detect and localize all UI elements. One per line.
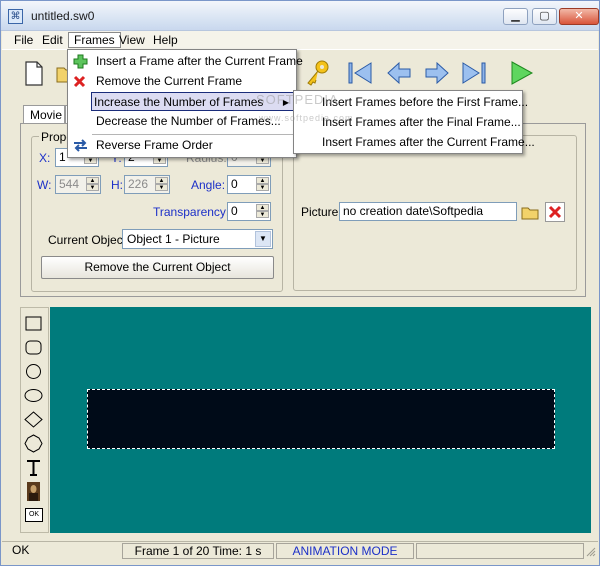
close-button[interactable]: ✕ (559, 8, 599, 25)
plus-icon (73, 54, 88, 69)
menu-item-remove-frame[interactable]: Remove the Current Frame (70, 72, 294, 91)
diamond-tool-icon[interactable] (23, 409, 44, 430)
rectangle-tool-icon[interactable] (23, 313, 44, 334)
menu-frames[interactable]: Frames (68, 32, 121, 48)
angle-label: Angle: (191, 178, 226, 192)
menu-view[interactable]: View (114, 32, 150, 48)
current-object-select[interactable]: Object 1 - Picture ▼ (122, 229, 273, 249)
tab-movie[interactable]: Movie (23, 105, 65, 124)
remove-object-button[interactable]: Remove the Current Object (41, 256, 274, 279)
play-icon[interactable] (506, 58, 536, 88)
transparency-label: Transparency: (153, 205, 230, 219)
window-title: untitled.sw0 (31, 9, 95, 23)
down-arrow-icon[interactable]: ▼ (256, 184, 269, 191)
w-stepper[interactable]: 544 ▲ ▼ (55, 175, 101, 194)
down-arrow-icon[interactable]: ▼ (256, 157, 269, 164)
menu-help[interactable]: Help (148, 32, 183, 48)
watermark-url: www.softpedia.com (259, 113, 354, 123)
menu-item-label: Decrease the Number of Frames... (96, 114, 281, 128)
delete-icon[interactable] (545, 202, 565, 222)
submenu-item-after-current[interactable]: Insert Frames after the Current Frame... (296, 133, 535, 152)
up-arrow-icon[interactable]: ▲ (256, 177, 269, 184)
resize-grip-icon[interactable] (584, 545, 596, 557)
angle-value: 0 (231, 177, 238, 191)
new-file-icon[interactable] (18, 58, 48, 88)
maximize-button[interactable]: ▢ (532, 8, 557, 25)
ellipse-tool-icon[interactable] (23, 385, 44, 406)
menu-file[interactable]: File (9, 32, 38, 48)
menu-item-label: Insert Frames before the First Frame... (322, 95, 529, 109)
menu-item-insert-frame[interactable]: Insert a Frame after the Current Frame (70, 52, 303, 71)
w-label: W: (37, 178, 52, 192)
app-icon: ⌘ (8, 9, 23, 24)
polygon-tool-icon[interactable] (23, 433, 44, 454)
app-window: ⌘ untitled.sw0 ▁ ▢ ✕ File Edit Frames Vi… (0, 0, 600, 566)
down-arrow-icon[interactable]: ▼ (84, 157, 97, 164)
down-arrow-icon[interactable]: ▼ (153, 157, 166, 164)
current-object-label: Current Object: (48, 233, 130, 247)
stage-canvas[interactable] (50, 307, 591, 533)
picture-label: Picture: (301, 205, 342, 219)
status-text: OK (12, 543, 30, 557)
status-frame-info: Frame 1 of 20 Time: 1 s (122, 543, 274, 559)
circle-tool-icon[interactable] (23, 361, 44, 382)
chevron-down-icon[interactable]: ▼ (255, 231, 271, 247)
reverse-icon (74, 139, 87, 152)
h-label: H: (111, 178, 123, 192)
status-mode: ANIMATION MODE (276, 543, 414, 559)
first-frame-icon[interactable] (345, 58, 375, 88)
down-arrow-icon[interactable]: ▼ (256, 211, 269, 218)
previous-frame-icon[interactable] (384, 58, 414, 88)
text-tool-icon[interactable] (23, 457, 44, 478)
up-arrow-icon[interactable]: ▲ (155, 177, 168, 184)
up-arrow-icon[interactable]: ▲ (256, 204, 269, 211)
selected-picture-object[interactable] (87, 389, 555, 449)
delete-icon (73, 75, 86, 88)
last-frame-icon[interactable] (459, 58, 489, 88)
menu-item-label: Insert a Frame after the Current Frame (96, 54, 303, 68)
picture-path-value: no creation date\Softpedia Test.jpg (343, 204, 484, 220)
up-arrow-icon[interactable]: ▲ (86, 177, 99, 184)
rounded-rectangle-tool-icon[interactable] (23, 337, 44, 358)
angle-stepper[interactable]: 0 ▲ ▼ (227, 175, 271, 194)
next-frame-icon[interactable] (422, 58, 452, 88)
menu-item-label: Insert Frames after the Current Frame... (322, 135, 535, 149)
menu-item-label: Remove the Current Frame (96, 74, 243, 88)
x-label: X: (39, 151, 51, 165)
ok-tool-button[interactable]: OK (25, 508, 43, 522)
menu-edit[interactable]: Edit (37, 32, 68, 48)
picture-path-field[interactable]: no creation date\Softpedia Test.jpg (339, 202, 517, 221)
menu-item-reverse-order[interactable]: Reverse Frame Order (70, 136, 294, 155)
menu-item-label: Reverse Frame Order (96, 138, 213, 152)
transparency-stepper[interactable]: 0 ▲ ▼ (227, 202, 271, 221)
down-arrow-icon[interactable]: ▼ (155, 184, 168, 191)
h-value: 226 (128, 177, 149, 191)
status-bar: OK Frame 1 of 20 Time: 1 s ANIMATION MOD… (2, 541, 598, 559)
menu-separator (92, 134, 294, 135)
down-arrow-icon[interactable]: ▼ (86, 184, 99, 191)
transparency-value: 0 (231, 204, 238, 218)
menu-item-label: Increase the Number of Frames (94, 95, 264, 109)
watermark-text: SOFTPEDIA (256, 92, 339, 107)
title-bar: ⌘ untitled.sw0 ▁ ▢ ✕ (1, 1, 599, 31)
key-icon[interactable] (302, 58, 332, 88)
current-object-value: Object 1 - Picture (127, 232, 220, 246)
x-value: 1 (59, 150, 66, 164)
open-folder-icon[interactable] (520, 202, 541, 222)
menu-bar: File Edit Frames View Help (2, 31, 598, 49)
status-empty-panel (416, 543, 584, 559)
w-value: 544 (59, 177, 80, 191)
minimize-button[interactable]: ▁ (503, 8, 528, 25)
h-stepper[interactable]: 226 ▲ ▼ (124, 175, 170, 194)
picture-tool-icon[interactable] (23, 481, 44, 502)
